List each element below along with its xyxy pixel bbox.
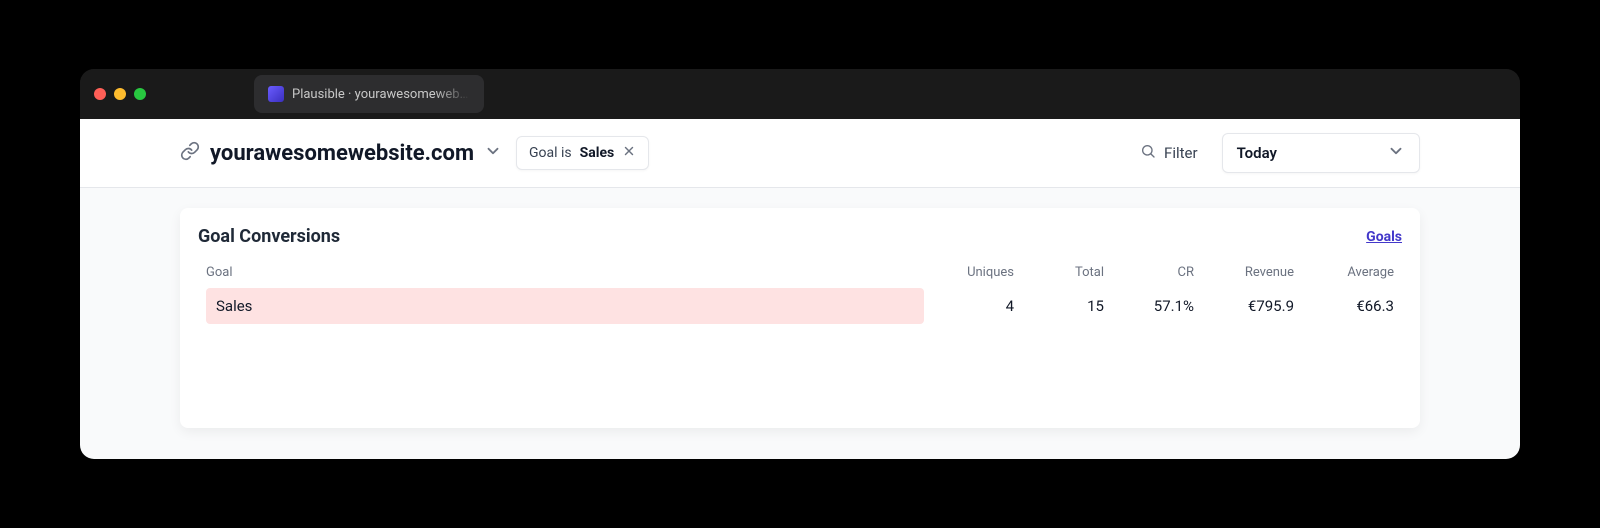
- period-dropdown[interactable]: Today: [1222, 133, 1420, 173]
- goal-bar: [206, 288, 924, 324]
- tab-title: Plausible · yourawesomewebsite: [292, 87, 470, 102]
- minimize-window-button[interactable]: [114, 88, 126, 100]
- goals-settings-link[interactable]: Goals: [1366, 229, 1402, 245]
- page-viewport: yourawesomewebsite.com Goal is Sales Fil…: [80, 119, 1520, 459]
- chevron-down-icon: [484, 142, 502, 164]
- cell-uniques: 4: [924, 297, 1014, 315]
- link-icon: [180, 141, 200, 165]
- goal-name: Sales: [206, 297, 252, 315]
- col-average: Average: [1294, 265, 1394, 280]
- dashboard-topbar: yourawesomewebsite.com Goal is Sales Fil…: [80, 119, 1520, 188]
- active-filter-chip[interactable]: Goal is Sales: [516, 136, 649, 170]
- traffic-lights: [94, 88, 254, 100]
- browser-window: Plausible · yourawesomewebsite youraweso…: [80, 69, 1520, 459]
- remove-filter-button[interactable]: [622, 144, 636, 162]
- table-header-row: Goal Uniques Total CR Revenue Average: [198, 261, 1402, 288]
- card-title: Goal Conversions: [198, 226, 340, 247]
- filter-chip-prefix: Goal is: [529, 145, 572, 161]
- dashboard-content: Goal Conversions Goals Goal Uniques Tota…: [80, 188, 1520, 459]
- chevron-down-icon: [1387, 142, 1405, 164]
- browser-tabs: Plausible · yourawesomewebsite: [254, 69, 484, 119]
- col-total: Total: [1014, 265, 1104, 280]
- filter-button-label: Filter: [1164, 144, 1198, 162]
- plausible-favicon-icon: [268, 86, 284, 102]
- period-label: Today: [1237, 144, 1277, 162]
- col-uniques: Uniques: [924, 265, 1014, 280]
- card-header: Goal Conversions Goals: [198, 226, 1402, 247]
- goal-conversions-card: Goal Conversions Goals Goal Uniques Tota…: [180, 208, 1420, 428]
- cell-average: €66.3: [1294, 297, 1394, 315]
- site-name: yourawesomewebsite.com: [210, 141, 474, 166]
- cell-cr: 57.1%: [1104, 297, 1194, 315]
- filter-button[interactable]: Filter: [1130, 137, 1208, 169]
- goal-cell: Sales: [206, 288, 924, 324]
- cell-total: 15: [1014, 297, 1104, 315]
- col-goal: Goal: [206, 265, 924, 280]
- filter-chip-value: Sales: [580, 145, 615, 161]
- table-row[interactable]: Sales 4 15 57.1% €795.9 €66.3: [198, 288, 1402, 324]
- maximize-window-button[interactable]: [134, 88, 146, 100]
- col-cr: CR: [1104, 265, 1194, 280]
- col-revenue: Revenue: [1194, 265, 1294, 280]
- window-titlebar: Plausible · yourawesomewebsite: [80, 69, 1520, 119]
- search-icon: [1140, 143, 1156, 163]
- browser-tab[interactable]: Plausible · yourawesomewebsite: [254, 75, 484, 113]
- site-switcher[interactable]: yourawesomewebsite.com: [180, 141, 502, 166]
- close-window-button[interactable]: [94, 88, 106, 100]
- cell-revenue: €795.9: [1194, 297, 1294, 315]
